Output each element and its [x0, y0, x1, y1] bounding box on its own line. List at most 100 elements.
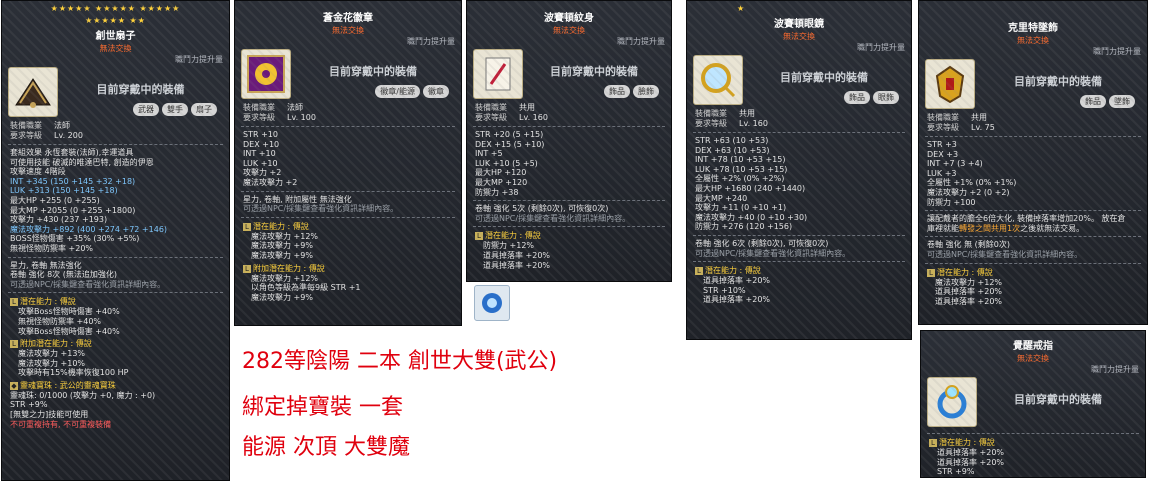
req-job-key: 裝備職業 [927, 113, 959, 122]
tag-accessory: 飾品 [844, 91, 870, 104]
item-tooltip-poseidon-tattoo: 波賽頓紋身 無法交換 職鬥力提升量 目前穿戴中的裝備 飾品 臉飾 裝備職業 共用 … [466, 0, 672, 282]
tag-emblem: 徽章 [423, 85, 449, 98]
potential-line: 道具掉落率 +20% [937, 457, 1005, 467]
stat-line: LUK +313 (150 +145 +18) [10, 186, 118, 196]
potential-line: 道具掉落率 +20% [483, 260, 551, 270]
potential-line: STR +10% [703, 285, 746, 295]
req-level-key: 要求等級 [927, 123, 959, 132]
potential-header: 潛在能力 : 傳說 [253, 221, 309, 231]
stat-line: 最大HP +255 (0 +255) [10, 195, 100, 205]
stat-line: LUK +78 (10 +53 +15) [695, 164, 788, 174]
trade-status: 無法交換 [99, 44, 132, 53]
req-job-key: 裝備職業 [695, 109, 727, 118]
set-line: 攻擊速度 4階段 [10, 167, 66, 177]
legendary-icon: L [10, 298, 18, 307]
stat-line: BOSS怪物傷害 +35% (30% +5%) [10, 234, 140, 244]
item-name: 蒼金花徽章 [323, 13, 373, 24]
additional-potential-header: 附加潛在能力 : 傳說 [253, 263, 325, 273]
req-level-value: Lv. 75 [971, 123, 995, 132]
additional-potential-line: 以角色等級為準每9級 STR +1 [251, 283, 361, 293]
stat-line: STR +63 (10 +53) [695, 136, 769, 145]
stat-line: 無視怪物防禦率 +20% [10, 243, 94, 253]
description-line: 庫裡就能 [927, 223, 959, 233]
additional-potential-line: 攻擊時有15%機率恢復100 HP [18, 368, 129, 378]
stat-line: INT +10 [243, 149, 276, 159]
potential-line: 無視怪物防禦率 +40% [18, 316, 102, 326]
additional-potential-line: 魔法攻擊力 +9% [251, 292, 313, 302]
stat-line: 魔法攻擊力 +892 (400 +274 +72 +146) [10, 224, 168, 234]
stat-line: 攻擊力 +430 (237 +193) [10, 215, 108, 225]
item-tooltip-awakening-ring: 覺醒戒指 無法交換 職鬥力提升量 目前穿戴中的裝備 L 潛在能力 : 傳說 道具掉… [920, 330, 1146, 478]
stat-line: LUK +10 (5 +5) [475, 158, 538, 168]
note-line-2: 綁定掉寶裝 一套 [242, 395, 403, 420]
equipped-label: 目前穿戴中的裝備 [550, 65, 638, 78]
stat-line: STR +20 (5 +15) [475, 130, 544, 139]
potential-line: 魔法攻擊力 +9% [251, 250, 313, 260]
stat-line: STR +3 [927, 140, 957, 149]
potential-header: 潛在能力 : 傳說 [20, 297, 76, 307]
pendant-icon [925, 59, 975, 109]
stat-line: LUK +3 [927, 168, 957, 178]
misc-line: 可透過NPC/採集鍵查看強化資訊詳細內容。 [927, 249, 1083, 259]
item-tooltip-genesis-fan: ★★★★★ ★★★★★ ★★★★★ ★★★★★ ★★ 創世扇子 無法交換 職鬥力… [1, 0, 230, 481]
description-line: 讓配戴者的膽全6倍大化, 裝備掉落率增加20%。 放在倉 [927, 214, 1126, 224]
req-level-key: 要求等級 [475, 113, 507, 122]
warning-line: 不可重複持有, 不可重複裝備 [10, 419, 112, 429]
soul-header: 靈魂寶珠 : 武公的靈魂寶珠 [20, 380, 116, 390]
potential-line: 道具掉落率 +20% [935, 287, 1003, 297]
potential-line: 道具掉落率 +20% [483, 250, 551, 260]
stat-line: 最大HP +1680 (240 +1440) [695, 183, 806, 193]
legendary-icon: L [243, 264, 251, 273]
stat-line: 最大MP +2055 (0 +255 +1800) [10, 205, 136, 215]
potential-header: 潛在能力 : 傳說 [485, 231, 541, 241]
potential-line: 魔法攻擊力 +12% [935, 277, 1003, 287]
set-line: 可使用技能 破滅的唯達巴特, 創造的伊恩 [10, 157, 154, 167]
stat-line: 防禦力 +100 [927, 197, 976, 207]
stat-line: 防禦力 +38 [475, 187, 519, 197]
potential-line: 魔法攻擊力 +9% [251, 241, 313, 251]
power-increase-label: 職鬥力提升量 [1091, 365, 1139, 374]
stat-line: 全屬性 +1% (0% +1%) [927, 178, 1017, 188]
additional-potential-header: 附加潛在能力 : 傳說 [20, 339, 92, 349]
set-line: 套組效果 永恆套裝(法師),幸運道具 [10, 148, 134, 157]
req-job-key: 裝備職業 [475, 103, 507, 112]
potential-header: 潛在能力 : 傳說 [939, 438, 995, 447]
potential-line: 道具掉落率 +20% [703, 276, 771, 286]
star-force-stars-row2: ★★★★★ ★★ [85, 16, 146, 25]
potential-line: 防禦力 +12% [483, 241, 535, 251]
additional-potential-line: 魔法攻擊力 +10% [18, 358, 86, 368]
misc-line: 可透過NPC/採集鍵查看強化資訊詳細內容。 [243, 204, 399, 214]
misc-line: 可透過NPC/採集鍵查看強化資訊詳細內容。 [475, 213, 631, 223]
tag-accessory: 飾品 [1080, 95, 1106, 108]
stat-line: 最大MP +240 [695, 193, 748, 203]
soul-line: [無雙之力]技能可使用 [10, 410, 89, 420]
trade-status: 無法交換 [1017, 36, 1049, 45]
stat-line: DEX +63 (10 +53) [695, 145, 770, 155]
legendary-icon: L [475, 232, 483, 241]
star-force-stars: ★★★★★ ★★★★★ ★★★★★ [50, 4, 181, 13]
tag-emblem-energy: 徽章/能源 [375, 85, 420, 98]
misc-line: 星力, 卷軸 無法強化 [10, 260, 82, 270]
req-job-key: 裝備職業 [10, 121, 42, 130]
item-name: 克里特墜飾 [1008, 23, 1058, 34]
req-level-value: Lv. 200 [54, 131, 83, 140]
tag-face: 臉飾 [633, 85, 659, 98]
power-increase-label: 職鬥力提升量 [617, 37, 665, 46]
item-name: 創世扇子 [95, 31, 136, 42]
misc-line: 星力, 卷軸, 附加屬性 無法強化 [243, 194, 352, 204]
req-job-value: 法師 [287, 103, 303, 112]
item-name: 覺醒戒指 [1013, 341, 1053, 352]
power-increase-label: 職鬥力提升量 [857, 43, 905, 52]
stat-line: DEX +10 [243, 139, 280, 149]
req-job-value: 共用 [971, 113, 987, 122]
stat-line: DEX +15 (5 +10) [475, 139, 545, 149]
monocle-icon [693, 55, 743, 105]
equipped-label: 目前穿戴中的裝備 [780, 71, 868, 84]
misc-line: 卷軸 強化 8次 (無法追加強化) [10, 270, 117, 280]
additional-potential-line: 魔法攻擊力 +12% [251, 273, 319, 283]
trade-status: 無法交換 [553, 26, 585, 35]
equipped-label: 目前穿戴中的裝備 [96, 83, 185, 96]
stat-line: 攻擊力 +11 (0 +10 +1) [695, 203, 787, 213]
legendary-icon: L [927, 268, 935, 277]
power-increase-label: 職鬥力提升量 [175, 55, 223, 64]
